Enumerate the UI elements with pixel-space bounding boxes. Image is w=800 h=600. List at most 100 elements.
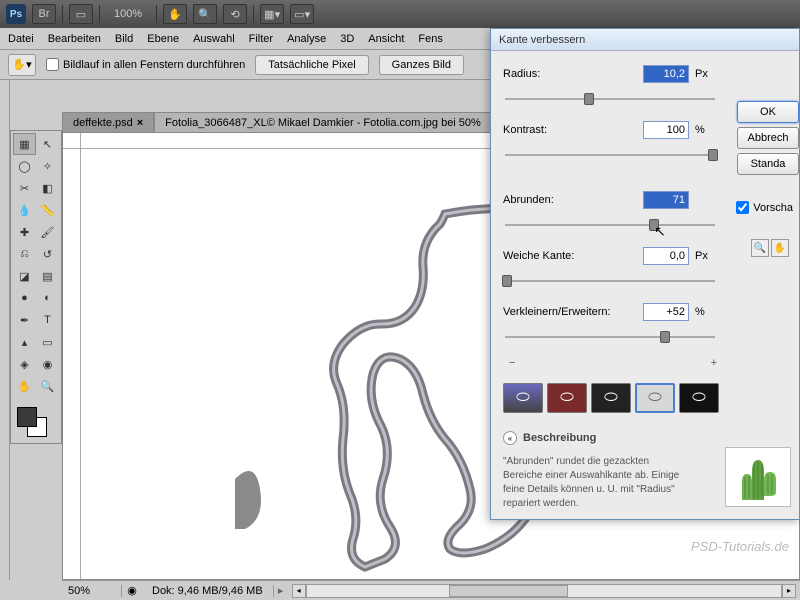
slice-tool[interactable]: ◧	[36, 177, 59, 199]
tab-deffekte[interactable]: deffekte.psd ×	[62, 112, 154, 132]
contrast-unit: %	[695, 124, 711, 136]
stamp-tool[interactable]: ⎌	[13, 243, 36, 265]
contrast-input[interactable]	[643, 121, 689, 139]
contrast-slider[interactable]	[505, 147, 715, 163]
feather-unit: Px	[695, 250, 711, 262]
type-tool[interactable]: T	[36, 309, 59, 331]
preview-mask[interactable]: ⬭	[679, 383, 719, 413]
expand-slider[interactable]	[505, 329, 715, 345]
wand-tool[interactable]: ✧	[36, 155, 59, 177]
default-button[interactable]: Standa	[737, 153, 799, 175]
zoom-tool[interactable]: 🔍	[36, 375, 59, 397]
fg-color-swatch[interactable]	[17, 407, 37, 427]
history-brush-tool[interactable]: ↺	[36, 243, 59, 265]
expand-label: Verkleinern/Erweitern:	[503, 306, 643, 318]
feather-label: Weiche Kante:	[503, 250, 643, 262]
move-tool2[interactable]: ↖	[36, 133, 59, 155]
ruler-vertical	[63, 149, 81, 579]
crop-tool[interactable]: ✂	[13, 177, 36, 199]
hand-dlg-icon[interactable]: ✋	[771, 239, 789, 257]
ruler-corner	[63, 133, 81, 149]
radius-label: Radius:	[503, 68, 643, 80]
pen-tool[interactable]: ✒	[13, 309, 36, 331]
preview-black[interactable]: ⬭	[591, 383, 631, 413]
scroll-thumb[interactable]	[449, 585, 568, 597]
menu-datei[interactable]: Datei	[8, 33, 34, 45]
menu-ebene[interactable]: Ebene	[147, 33, 179, 45]
scroll-all-input[interactable]	[46, 58, 59, 71]
hand-tool[interactable]: ✋	[13, 375, 36, 397]
3d-tool[interactable]: ◈	[13, 353, 36, 375]
path-select-tool[interactable]: ▴	[13, 331, 36, 353]
scroll-right-icon[interactable]: ▸	[782, 584, 796, 598]
hand-top-icon[interactable]: ✋	[163, 4, 187, 24]
blur-tool[interactable]: ●	[13, 287, 36, 309]
h-scrollbar[interactable]: ◂ ▸	[288, 584, 800, 598]
contrast-slider-handle[interactable]	[708, 149, 718, 161]
move-tool[interactable]: ▦	[13, 133, 36, 155]
scroll-all-checkbox[interactable]: Bildlauf in allen Fenstern durchführen	[46, 58, 245, 71]
preview-standard[interactable]: ⬭	[503, 383, 543, 413]
brush-tool[interactable]: 🖌	[36, 221, 59, 243]
eyedropper-tool[interactable]: 💧	[13, 199, 36, 221]
menu-auswahl[interactable]: Auswahl	[193, 33, 235, 45]
screen-mode-button[interactable]: ▭▾	[290, 4, 314, 24]
fit-screen-button[interactable]: Ganzes Bild	[379, 55, 464, 75]
menu-fenster[interactable]: Fens	[418, 33, 442, 45]
preview-white[interactable]: ⬭	[635, 383, 675, 413]
smooth-slider[interactable]: ↖	[505, 217, 715, 233]
ruler-tool[interactable]: 📏	[36, 199, 59, 221]
description-toggle-icon[interactable]: «	[503, 431, 517, 445]
panel-collapse-strip[interactable]	[0, 80, 10, 580]
preview-overlay[interactable]: ⬭	[547, 383, 587, 413]
radius-slider[interactable]	[505, 91, 715, 107]
smooth-slider-handle[interactable]	[649, 219, 659, 231]
eraser-tool[interactable]: ◪	[13, 265, 36, 287]
feather-slider[interactable]	[505, 273, 715, 289]
bridge-button[interactable]: Br	[32, 4, 56, 24]
menu-analyse[interactable]: Analyse	[287, 33, 326, 45]
radius-slider-handle[interactable]	[584, 93, 594, 105]
dialog-title: Kante verbessern	[491, 29, 799, 51]
actual-pixels-button[interactable]: Tatsächliche Pixel	[255, 55, 368, 75]
arrange-button[interactable]: ▦▾	[260, 4, 284, 24]
heal-tool[interactable]: ✚	[13, 221, 36, 243]
3d-cam-tool[interactable]: ◉	[36, 353, 59, 375]
scroll-left-icon[interactable]: ◂	[292, 584, 306, 598]
cancel-button[interactable]: Abbrech	[737, 127, 799, 149]
expand-unit: %	[695, 306, 711, 318]
color-swatches[interactable]	[13, 405, 59, 441]
feather-slider-handle[interactable]	[502, 275, 512, 287]
smooth-input[interactable]	[643, 191, 689, 209]
menu-bearbeiten[interactable]: Bearbeiten	[48, 33, 101, 45]
description-header: Beschreibung	[523, 432, 596, 444]
menu-filter[interactable]: Filter	[249, 33, 273, 45]
tab-fotolia[interactable]: Fotolia_3066487_XL© Mikael Damkier - Fot…	[154, 112, 492, 132]
status-zoom[interactable]: 50%	[62, 585, 122, 597]
shape-tool[interactable]: ▭	[36, 331, 59, 353]
preview-input[interactable]	[736, 201, 749, 214]
menu-bild[interactable]: Bild	[115, 33, 133, 45]
document-tabs: deffekte.psd × Fotolia_3066487_XL© Mikae…	[62, 112, 492, 132]
preview-checkbox[interactable]: Vorscha	[736, 201, 793, 214]
layout-button[interactable]: ▭	[69, 4, 93, 24]
tab1-close-icon[interactable]: ×	[137, 117, 143, 129]
top-zoom-display[interactable]: 100%	[106, 8, 150, 20]
radius-input[interactable]	[643, 65, 689, 83]
rotate-top-icon[interactable]: ⟲	[223, 4, 247, 24]
zoom-top-icon[interactable]: 🔍	[193, 4, 217, 24]
menu-ansicht[interactable]: Ansicht	[368, 33, 404, 45]
hand-tool-icon[interactable]: ✋▾	[8, 54, 36, 76]
lasso-tool[interactable]: ◯	[13, 155, 36, 177]
feather-input[interactable]	[643, 247, 689, 265]
plus-icon: +	[711, 357, 717, 369]
zoom-in-icon[interactable]: 🔍	[751, 239, 769, 257]
expand-input[interactable]	[643, 303, 689, 321]
dodge-tool[interactable]: ◐	[36, 287, 59, 309]
preview-modes: ⬭ ⬭ ⬭ ⬭ ⬭	[503, 383, 723, 413]
menu-3d[interactable]: 3D	[340, 33, 354, 45]
gradient-tool[interactable]: ▤	[36, 265, 59, 287]
expand-slider-handle[interactable]	[660, 331, 670, 343]
ok-button[interactable]: OK	[737, 101, 799, 123]
scroll-track[interactable]	[306, 584, 782, 598]
